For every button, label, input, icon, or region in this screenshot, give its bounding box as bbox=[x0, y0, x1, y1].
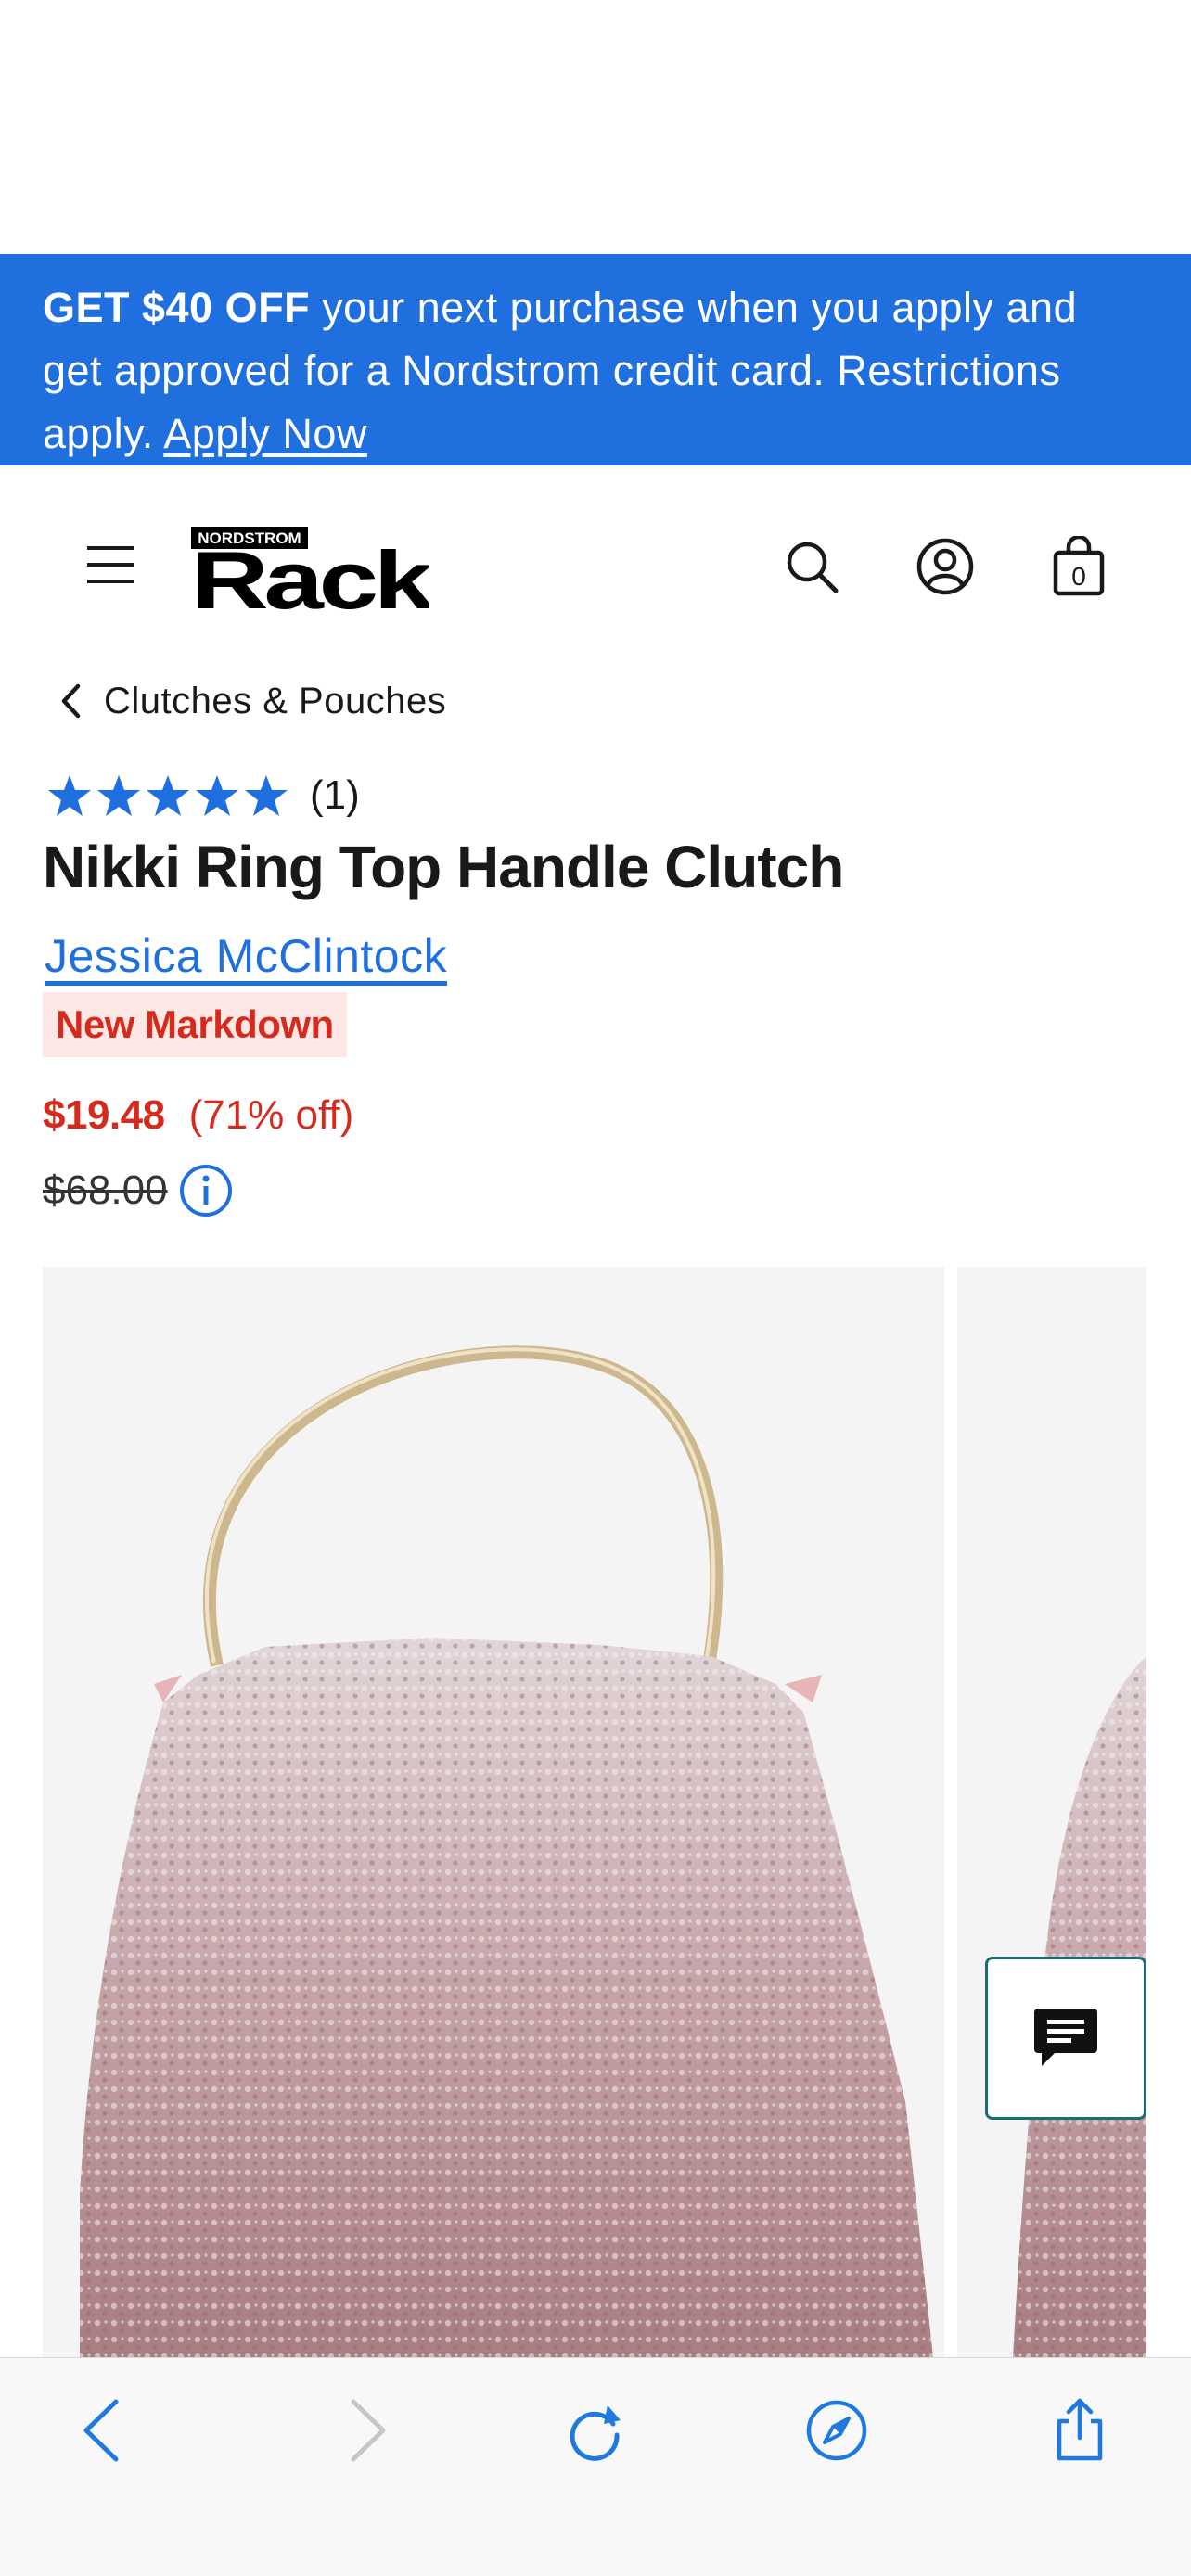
back-icon bbox=[83, 2399, 119, 2462]
star-icon bbox=[147, 775, 189, 816]
star-icon bbox=[48, 775, 91, 816]
star-icon bbox=[196, 775, 238, 816]
search-button[interactable] bbox=[785, 540, 839, 593]
share-icon bbox=[1057, 2398, 1103, 2461]
menu-button[interactable] bbox=[85, 542, 135, 587]
product-rating[interactable]: (1) bbox=[46, 770, 360, 822]
shopping-bag-button[interactable]: 0 bbox=[1052, 534, 1106, 597]
review-count: (1) bbox=[310, 772, 360, 818]
product-image[interactable] bbox=[43, 1267, 944, 2357]
price-row: $19.48 (71% off) bbox=[43, 1092, 353, 1139]
browser-toolbar bbox=[0, 2357, 1191, 2576]
star-icon bbox=[97, 775, 140, 816]
svg-text:Rack: Rack bbox=[191, 534, 429, 612]
product-image-next[interactable] bbox=[957, 1267, 1146, 2357]
menu-icon bbox=[87, 546, 134, 583]
apply-now-link[interactable]: Apply Now bbox=[163, 410, 367, 457]
search-icon bbox=[787, 542, 839, 593]
bag-icon: 0 bbox=[1053, 534, 1105, 596]
product-image-gallery[interactable] bbox=[43, 1267, 1146, 2357]
original-price: $68.00 bbox=[43, 1167, 168, 1213]
forward-button[interactable] bbox=[330, 2393, 404, 2468]
site-header: NORDSTROM Rack 0 bbox=[0, 465, 1191, 665]
chevron-left-icon bbox=[61, 683, 81, 719]
forward-icon bbox=[351, 2399, 386, 2462]
back-button[interactable] bbox=[65, 2393, 139, 2468]
sale-price: $19.48 bbox=[43, 1092, 165, 1138]
markdown-badge: New Markdown bbox=[43, 992, 347, 1057]
chat-icon bbox=[1034, 2009, 1097, 2066]
compass-icon bbox=[806, 2400, 867, 2461]
star-icon bbox=[245, 775, 288, 816]
rating-stars bbox=[46, 773, 289, 818]
nordstrom-rack-logo[interactable]: NORDSTROM Rack bbox=[191, 527, 439, 626]
status-bar-area bbox=[0, 0, 1191, 254]
product-title: Nikki Ring Top Handle Clutch bbox=[43, 834, 844, 900]
account-icon bbox=[916, 538, 974, 595]
original-price-row: $68.00 bbox=[43, 1161, 233, 1220]
account-button[interactable] bbox=[916, 538, 974, 595]
safari-button[interactable] bbox=[800, 2393, 874, 2468]
svg-text:0: 0 bbox=[1071, 562, 1086, 591]
promo-bold: GET $40 OFF bbox=[43, 284, 311, 331]
chat-button[interactable] bbox=[985, 1957, 1146, 2120]
discount-percent: (71% off) bbox=[188, 1092, 354, 1138]
promo-banner: GET $40 OFF your next purchase when you … bbox=[0, 254, 1191, 465]
breadcrumb-label: Clutches & Pouches bbox=[104, 680, 447, 721]
reload-button[interactable] bbox=[558, 2393, 633, 2468]
brand-link[interactable]: Jessica McClintock bbox=[45, 929, 447, 983]
share-button[interactable] bbox=[1043, 2393, 1117, 2468]
reload-icon bbox=[570, 2405, 621, 2461]
breadcrumb[interactable]: Clutches & Pouches bbox=[59, 675, 446, 727]
info-icon[interactable] bbox=[179, 1164, 233, 1218]
